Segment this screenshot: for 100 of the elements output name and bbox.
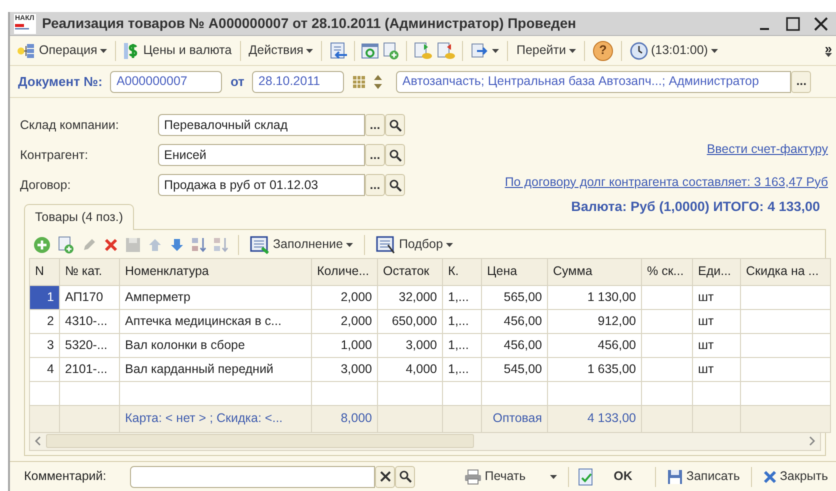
print-button[interactable]: Печать bbox=[462, 466, 559, 487]
sort-icon[interactable] bbox=[191, 236, 207, 254]
down-arrow-icon[interactable] bbox=[169, 236, 185, 252]
table-fill-icon bbox=[250, 236, 270, 254]
clear-button[interactable] bbox=[375, 466, 395, 488]
comment-field[interactable] bbox=[130, 466, 375, 488]
table-cell: 565,00 bbox=[482, 285, 548, 309]
select-button[interactable]: ... bbox=[365, 174, 385, 196]
delete-icon[interactable] bbox=[103, 236, 119, 252]
table-cell: АП170 bbox=[60, 285, 120, 309]
sort-icon[interactable] bbox=[213, 236, 229, 254]
table-cell: 2,000 bbox=[312, 309, 378, 333]
table-pick-icon bbox=[376, 236, 396, 254]
column-header[interactable]: Номенклатура bbox=[120, 258, 312, 285]
search-button[interactable] bbox=[385, 144, 405, 166]
search-button[interactable] bbox=[385, 174, 405, 196]
refresh-icon[interactable] bbox=[361, 42, 380, 58]
date-field[interactable]: 28.10.2011 bbox=[252, 70, 344, 92]
column-header[interactable]: Еди... bbox=[692, 258, 740, 285]
unpost-icon[interactable] bbox=[436, 42, 456, 60]
select-button[interactable]: ... bbox=[365, 114, 385, 136]
column-header[interactable]: N bbox=[30, 258, 60, 285]
row-number[interactable]: 2 bbox=[30, 309, 60, 333]
close-button[interactable]: Закрыть bbox=[760, 466, 830, 487]
organization-field[interactable]: Автозапчасть; Центральная база Автозапч...; Администратор bbox=[396, 70, 792, 92]
row-number[interactable]: 1 bbox=[30, 285, 60, 309]
table-cell: 32,000 bbox=[378, 285, 442, 309]
input-field[interactable]: Продажа в руб от 01.12.03 bbox=[158, 174, 365, 196]
document-icon bbox=[15, 22, 31, 30]
close-icon[interactable] bbox=[814, 16, 828, 30]
close-icon bbox=[762, 470, 777, 484]
field-label: Договор: bbox=[20, 176, 72, 194]
window-title: Реализация товаров № А000000007 от 28.10.2011 (Администратор) Проведен bbox=[42, 14, 576, 33]
toolbar-menu-button[interactable]: Заполнение bbox=[248, 234, 355, 255]
toolbar-menu-button[interactable]: Подбор bbox=[374, 234, 455, 255]
search-button[interactable] bbox=[385, 114, 405, 136]
document-arrow-icon bbox=[471, 42, 490, 58]
table-cell: 650,000 bbox=[378, 309, 442, 333]
footer-cell: Оптовая bbox=[482, 405, 548, 432]
tab[interactable]: Товары (4 поз.) bbox=[24, 204, 134, 230]
caret-icon bbox=[492, 48, 500, 52]
table-cell: 1 130,00 bbox=[548, 285, 642, 309]
footer-cell: 8,000 bbox=[312, 405, 378, 432]
toolbar-menu-button[interactable]: (13:01:00) bbox=[628, 40, 720, 61]
table-cell: шт bbox=[692, 333, 740, 357]
post-icon[interactable] bbox=[413, 42, 434, 60]
table-cell: Вал колонки в сборе bbox=[120, 333, 312, 357]
printer-icon bbox=[464, 468, 482, 484]
field-label: Документ №: bbox=[18, 72, 102, 91]
link[interactable]: По договору долг контрагента составляет: 3 163,47 Руб bbox=[504, 172, 828, 192]
search-icon bbox=[388, 178, 402, 192]
toolbar-menu-button[interactable]: Операция bbox=[14, 40, 110, 61]
ok-button[interactable]: OK bbox=[600, 466, 646, 487]
table-cell: 545,00 bbox=[482, 357, 548, 381]
column-header[interactable]: Количе... bbox=[312, 258, 378, 285]
search-icon bbox=[388, 118, 402, 132]
table-cell: 4310-... bbox=[60, 309, 120, 333]
scrollbar-thumb[interactable] bbox=[46, 434, 474, 448]
input-field[interactable]: Перевалочный склад bbox=[158, 114, 365, 136]
table-cell: Аптечка медицинская в с... bbox=[120, 309, 312, 333]
column-header[interactable]: № кат. bbox=[60, 258, 120, 285]
toolbar-menu-button[interactable]: Перейти bbox=[514, 40, 578, 61]
column-header[interactable]: К. bbox=[442, 258, 482, 285]
input-field[interactable]: Енисей bbox=[158, 144, 365, 166]
select-button[interactable]: ... bbox=[365, 144, 385, 166]
save-button[interactable]: Записать bbox=[665, 466, 742, 487]
column-header[interactable]: Сумма bbox=[548, 258, 642, 285]
search-button[interactable] bbox=[395, 466, 415, 488]
column-header[interactable]: % ск... bbox=[642, 258, 692, 285]
number-field[interactable]: А000000007 bbox=[110, 70, 222, 92]
select-button[interactable]: ... bbox=[791, 70, 812, 92]
column-header[interactable]: Скидка на ... bbox=[740, 258, 830, 285]
check-document-icon[interactable] bbox=[578, 468, 594, 486]
field-label: Склад компании: bbox=[20, 116, 120, 134]
column-header[interactable]: Остаток bbox=[378, 258, 442, 285]
import-icon[interactable] bbox=[328, 42, 348, 60]
field-label: Комментарий: bbox=[24, 468, 108, 486]
table-cell: 1,... bbox=[442, 357, 482, 381]
column-header[interactable]: Цена bbox=[482, 258, 548, 285]
spin-icon[interactable] bbox=[374, 74, 382, 90]
table-cell: 1,000 bbox=[312, 333, 378, 357]
copy-icon[interactable] bbox=[382, 42, 400, 60]
table-cell: 5320-... bbox=[60, 333, 120, 357]
based-on-button[interactable] bbox=[469, 42, 502, 60]
help-button[interactable]: ? bbox=[590, 40, 615, 62]
table-cell: 1,... bbox=[442, 333, 482, 357]
edit-icon[interactable] bbox=[81, 236, 97, 252]
toolbar-menu-button[interactable]: Действия bbox=[246, 40, 316, 61]
maximize-icon[interactable] bbox=[786, 16, 800, 30]
toolbar-menu-button[interactable]: Цены и валюта bbox=[122, 40, 234, 61]
total-label: Валюта: Руб (1,0000) ИТОГО: 4 133,00 bbox=[571, 198, 820, 216]
add-icon[interactable] bbox=[33, 236, 51, 254]
copy-icon[interactable] bbox=[57, 236, 75, 254]
link[interactable]: Ввести счет-фактуру bbox=[706, 140, 828, 159]
row-number[interactable]: 3 bbox=[30, 333, 60, 357]
table-cell: 2,000 bbox=[312, 285, 378, 309]
more-button[interactable]: » bbox=[824, 44, 832, 53]
calendar-icon[interactable] bbox=[352, 74, 366, 88]
overflow-caret-icon bbox=[824, 53, 832, 57]
row-number[interactable]: 4 bbox=[30, 357, 60, 381]
